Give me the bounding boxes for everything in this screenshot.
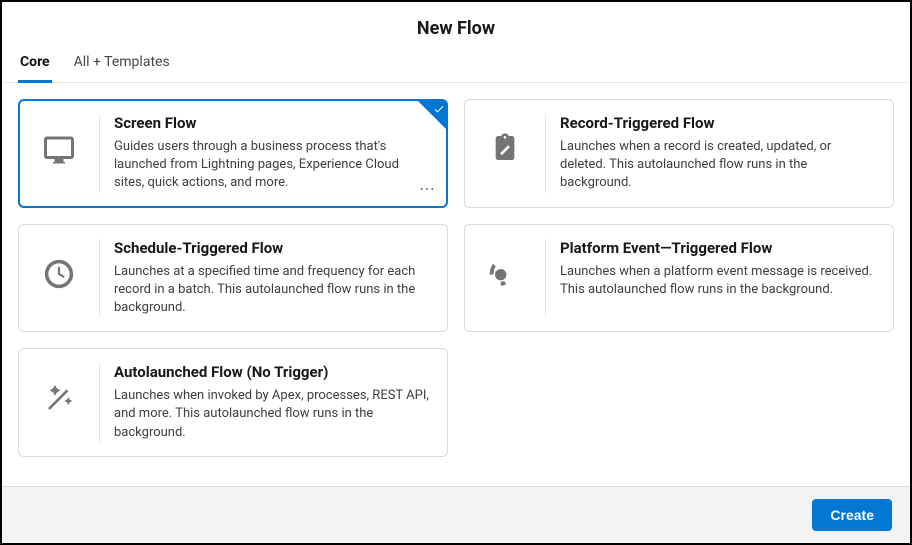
card-platform-event-triggered-flow[interactable]: Platform Event—Triggered Flow Launches w… (464, 224, 894, 333)
create-button[interactable]: Create (812, 499, 892, 531)
tab-core[interactable]: Core (18, 54, 52, 83)
broadcast-icon (479, 239, 531, 318)
card-title: Record-Triggered Flow (560, 114, 877, 132)
dialog-footer: Create (2, 486, 910, 543)
card-screen-flow[interactable]: Screen Flow Guides users through a busin… (18, 99, 448, 208)
card-title: Autolaunched Flow (No Trigger) (114, 363, 431, 381)
more-icon: ⋯ (419, 179, 436, 198)
card-desc: Guides users through a business process … (114, 138, 431, 193)
card-desc: Launches at a specified time and frequen… (114, 263, 431, 318)
content-area: Screen Flow Guides users through a busin… (2, 83, 910, 486)
card-title: Screen Flow (114, 114, 431, 132)
card-title: Platform Event—Triggered Flow (560, 239, 877, 257)
monitor-icon (33, 114, 85, 193)
card-desc: Launches when invoked by Apex, processes… (114, 387, 431, 442)
card-schedule-triggered-flow[interactable]: Schedule-Triggered Flow Launches at a sp… (18, 224, 448, 333)
clock-icon (33, 239, 85, 318)
wand-icon (33, 363, 85, 442)
card-body: Autolaunched Flow (No Trigger) Launches … (99, 363, 431, 442)
card-title: Schedule-Triggered Flow (114, 239, 431, 257)
clipboard-icon (479, 114, 531, 193)
card-body: Record-Triggered Flow Launches when a re… (545, 114, 877, 193)
dialog-title: New Flow (2, 18, 910, 39)
card-autolaunched-flow[interactable]: Autolaunched Flow (No Trigger) Launches … (18, 348, 448, 457)
card-body: Platform Event—Triggered Flow Launches w… (545, 239, 877, 318)
card-desc: Launches when a record is created, updat… (560, 138, 877, 193)
card-desc: Launches when a platform event message i… (560, 263, 877, 299)
tab-all-templates[interactable]: All + Templates (72, 54, 172, 83)
dialog-header: New Flow (2, 2, 910, 53)
card-record-triggered-flow[interactable]: Record-Triggered Flow Launches when a re… (464, 99, 894, 208)
selected-check-icon (418, 101, 446, 129)
flow-type-grid: Screen Flow Guides users through a busin… (18, 99, 894, 457)
tab-bar: Core All + Templates (2, 53, 910, 83)
card-body: Schedule-Triggered Flow Launches at a sp… (99, 239, 431, 318)
card-body: Screen Flow Guides users through a busin… (99, 114, 431, 193)
